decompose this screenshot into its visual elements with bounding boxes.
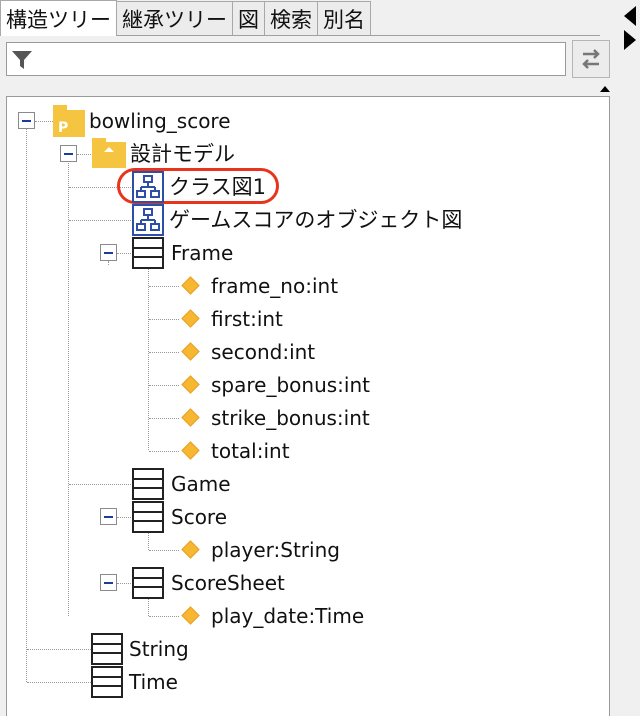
attribute-icon xyxy=(181,408,200,427)
tree-node-label[interactable]: frame_no:int xyxy=(211,274,338,298)
tree-line xyxy=(148,261,149,450)
tree-line xyxy=(117,517,131,518)
attribute-icon xyxy=(181,606,200,625)
svg-text:P: P xyxy=(58,120,68,136)
tree-line xyxy=(149,286,179,287)
model-folder-icon xyxy=(92,138,126,168)
tree-line xyxy=(69,484,131,485)
tab-diagram[interactable]: 図 xyxy=(232,1,265,35)
filter-input[interactable] xyxy=(37,45,557,73)
class-icon xyxy=(132,567,164,599)
class-icon xyxy=(91,633,123,665)
attribute-icon xyxy=(181,342,200,361)
tree-node-label[interactable]: Game xyxy=(171,472,231,496)
panel-side-arrows xyxy=(620,0,640,60)
tree-node-label[interactable]: ゲームスコアのオブジェクト図 xyxy=(169,208,462,232)
tree-line xyxy=(108,261,109,265)
tree-line xyxy=(27,682,91,683)
expander-model[interactable] xyxy=(60,145,77,162)
structure-tree: P bowling_score 設計モデル クラス図1 ゲームスコアのオブジェク… xyxy=(6,96,610,716)
filter-field[interactable] xyxy=(6,42,566,76)
filter-icon xyxy=(12,51,32,69)
tree-node-label[interactable]: Score xyxy=(171,505,227,529)
tree-node-label[interactable]: first:int xyxy=(211,307,283,331)
collapse-left-icon[interactable] xyxy=(624,6,636,26)
attribute-icon xyxy=(181,441,200,460)
class-icon xyxy=(132,468,164,500)
filter-row xyxy=(6,40,610,80)
tree-line xyxy=(149,550,179,551)
tree-node-label[interactable]: play_date:Time xyxy=(211,604,364,628)
tree-node-label[interactable]: Frame xyxy=(171,241,233,265)
attribute-icon xyxy=(181,540,200,559)
tree-node-label[interactable]: strike_bonus:int xyxy=(211,406,370,430)
class-diagram-icon xyxy=(132,171,164,203)
tab-inheritance-tree[interactable]: 継承ツリー xyxy=(116,1,233,35)
tree-line xyxy=(35,121,53,122)
tree-node-label[interactable]: 設計モデル xyxy=(130,142,235,166)
tree-line xyxy=(149,385,179,386)
class-icon xyxy=(132,237,164,269)
tree-line xyxy=(117,253,131,254)
expander-scoresheet[interactable] xyxy=(100,574,117,591)
package-icon: P xyxy=(53,105,85,137)
tree-line xyxy=(26,128,27,682)
tree-line xyxy=(149,418,179,419)
expander-package[interactable] xyxy=(18,112,35,129)
tree-line xyxy=(149,616,179,617)
object-diagram-icon xyxy=(132,204,164,236)
tree-node-label[interactable]: spare_bonus:int xyxy=(211,373,370,397)
attribute-icon xyxy=(181,276,200,295)
tree-line xyxy=(117,583,131,584)
tree-node-label[interactable]: second:int xyxy=(211,340,315,364)
tree-line xyxy=(68,161,69,616)
tree-node-label[interactable]: bowling_score xyxy=(89,109,231,133)
tree-line xyxy=(77,154,91,155)
tree-node-label[interactable]: String xyxy=(129,637,189,661)
tree-node-label[interactable]: クラス図1 xyxy=(169,175,266,199)
class-icon xyxy=(132,501,164,533)
tree-line xyxy=(149,352,179,353)
attribute-icon xyxy=(181,309,200,328)
tab-bar: 構造ツリー 継承ツリー 図 検索 別名 xyxy=(0,0,600,36)
tree-line xyxy=(27,649,91,650)
sync-button[interactable] xyxy=(572,40,610,78)
tab-search[interactable]: 検索 xyxy=(264,1,318,35)
tree-node-label[interactable]: Time xyxy=(129,670,178,694)
sync-arrows-icon xyxy=(582,49,600,69)
scroll-up-icon[interactable] xyxy=(600,86,610,92)
tab-structure-tree[interactable]: 構造ツリー xyxy=(0,0,117,36)
class-icon xyxy=(91,666,123,698)
expander-score[interactable] xyxy=(100,508,117,525)
tree-node-label[interactable]: total:int xyxy=(211,439,290,463)
tree-line xyxy=(69,220,131,221)
tree-line xyxy=(149,451,179,452)
tree-line xyxy=(149,319,179,320)
tab-alias[interactable]: 別名 xyxy=(317,1,371,35)
tree-node-label[interactable]: player:String xyxy=(211,538,340,562)
expand-right-icon[interactable] xyxy=(624,30,636,50)
attribute-icon xyxy=(181,375,200,394)
tree-node-label[interactable]: ScoreSheet xyxy=(171,571,285,595)
expander-frame[interactable] xyxy=(100,244,117,261)
right-margin xyxy=(610,60,640,716)
